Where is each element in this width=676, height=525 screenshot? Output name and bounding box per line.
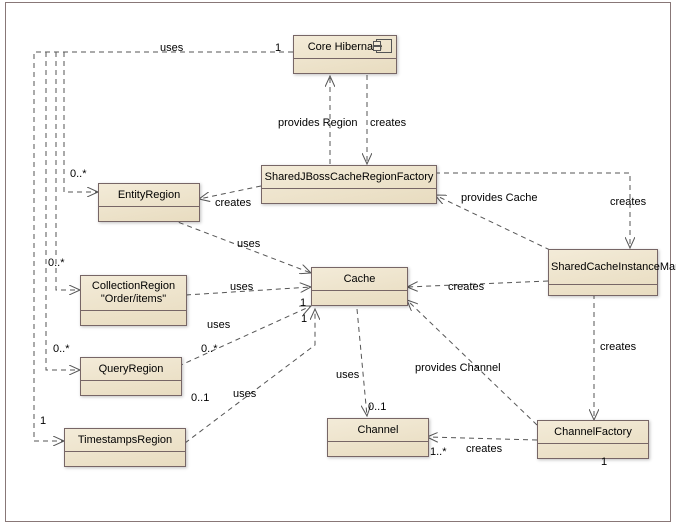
class-region-factory: SharedJBossCacheRegionFactory [261, 165, 437, 204]
class-body [65, 452, 185, 466]
class-name: SharedJBossCacheRegionFactory [262, 166, 436, 189]
class-name: EntityRegion [99, 184, 199, 207]
mult: 0..* [48, 257, 65, 269]
class-name: SharedCacheInstanceManager [549, 250, 657, 285]
class-body [294, 59, 396, 73]
class-name: QueryRegion [81, 358, 181, 381]
class-cache-manager: SharedCacheInstanceManager [548, 249, 658, 296]
class-name: Cache [312, 268, 407, 291]
class-body [99, 207, 199, 221]
label-uses: uses [237, 238, 260, 250]
label-uses: uses [336, 369, 359, 381]
component-icon [376, 39, 392, 53]
label-creates: creates [370, 117, 406, 129]
class-core-hibernate: Core Hibernate [293, 35, 397, 74]
class-channel: Channel [327, 418, 429, 457]
label-creates: creates [448, 281, 484, 293]
mult: 0..* [70, 168, 87, 180]
label-uses: uses [160, 42, 183, 54]
mult: 1 [301, 313, 307, 325]
class-body [81, 311, 186, 325]
label-creates: creates [215, 197, 251, 209]
label-creates: creates [600, 341, 636, 353]
class-cache: Cache [311, 267, 408, 306]
class-name-line1: CollectionRegion [92, 280, 175, 292]
label-uses: uses [233, 388, 256, 400]
mult: 1..* [430, 446, 447, 458]
mult: 1 [300, 297, 306, 309]
mult: 1 [275, 42, 281, 54]
class-body [549, 285, 657, 295]
class-entity-region: EntityRegion [98, 183, 200, 222]
uml-diagram: Core Hibernate SharedJBossCacheRegionFac… [0, 0, 676, 525]
class-name: ChannelFactory [538, 421, 648, 444]
mult: 0..* [53, 343, 70, 355]
class-body [538, 444, 648, 458]
class-query-region: QueryRegion [80, 357, 182, 396]
class-body [328, 442, 428, 456]
mult: 0..1 [368, 401, 386, 413]
class-body [262, 189, 436, 203]
class-collection-region: CollectionRegion "Order/items" [80, 275, 187, 326]
mult: 0..1 [191, 392, 209, 404]
label-uses: uses [230, 281, 253, 293]
label-provides-channel: provides Channel [415, 362, 501, 374]
class-name: Channel [328, 419, 428, 442]
label-creates: creates [466, 443, 502, 455]
class-name: CollectionRegion "Order/items" [81, 276, 186, 311]
class-name-line2: "Order/items" [101, 293, 166, 305]
label-provides-region: provides Region [278, 117, 358, 129]
class-channel-factory: ChannelFactory [537, 420, 649, 459]
mult: 1 [40, 415, 46, 427]
class-timestamps-region: TimestampsRegion [64, 428, 186, 467]
class-body [81, 381, 181, 395]
label-creates: creates [610, 196, 646, 208]
mult: 1 [601, 456, 607, 468]
label-uses: uses [207, 319, 230, 331]
label-provides-cache: provides Cache [461, 192, 537, 204]
mult: 0..* [201, 343, 218, 355]
class-body [312, 291, 407, 305]
class-name: TimestampsRegion [65, 429, 185, 452]
